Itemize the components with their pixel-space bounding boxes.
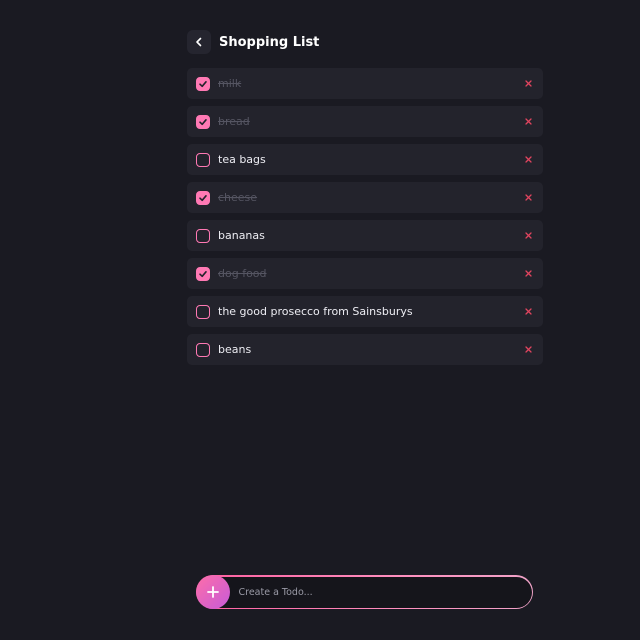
todo-label: cheese — [218, 191, 258, 204]
checkbox-checked[interactable] — [196, 190, 210, 205]
check-icon — [199, 118, 207, 125]
todo-item: bread — [187, 106, 543, 137]
checkbox-unchecked[interactable] — [196, 152, 210, 167]
delete-todo-button[interactable] — [523, 231, 533, 241]
todo-list: milk bread tea bags cheese bananas dog food th… — [187, 68, 543, 372]
delete-todo-button[interactable] — [523, 193, 533, 203]
todo-item: cheese — [187, 182, 543, 213]
delete-todo-button[interactable] — [523, 117, 533, 127]
create-todo-input[interactable] — [236, 579, 521, 605]
todo-item: dog food — [187, 258, 543, 289]
close-icon — [524, 308, 532, 315]
checkbox-checked[interactable] — [196, 76, 210, 91]
close-icon — [524, 156, 532, 163]
create-todo-inner — [196, 575, 532, 609]
todo-label: dog food — [218, 267, 267, 280]
delete-todo-button[interactable] — [523, 269, 533, 279]
checkbox-checked[interactable] — [196, 114, 210, 129]
create-todo-bar — [196, 575, 533, 609]
close-icon — [524, 194, 532, 201]
checkbox-unchecked[interactable] — [196, 342, 210, 357]
check-icon — [199, 194, 207, 201]
close-icon — [524, 80, 532, 87]
todo-label: the good prosecco from Sainsburys — [218, 305, 413, 318]
todo-item: bananas — [187, 220, 543, 251]
checkbox-checked[interactable] — [196, 266, 210, 281]
todo-label: bread — [218, 115, 250, 128]
todo-label: bananas — [218, 229, 265, 242]
todo-label: milk — [218, 77, 242, 90]
app-root: Shopping List milk bread tea bags cheese ban… — [0, 0, 640, 640]
page-title: Shopping List — [219, 34, 320, 50]
delete-todo-button[interactable] — [523, 79, 533, 89]
plus-icon — [207, 586, 219, 598]
checkbox-unchecked[interactable] — [196, 304, 210, 319]
close-icon — [524, 118, 532, 125]
todo-item: the good prosecco from Sainsburys — [187, 296, 543, 327]
add-todo-button[interactable] — [196, 575, 230, 609]
delete-todo-button[interactable] — [523, 307, 533, 317]
checkbox-unchecked[interactable] — [196, 228, 210, 243]
close-icon — [524, 232, 532, 239]
delete-todo-button[interactable] — [523, 345, 533, 355]
todo-item: beans — [187, 334, 543, 365]
todo-item: tea bags — [187, 144, 543, 175]
todo-label: beans — [218, 343, 252, 356]
close-icon — [524, 346, 532, 353]
header: Shopping List — [187, 29, 319, 55]
close-icon — [524, 270, 532, 277]
back-button[interactable] — [187, 30, 211, 54]
chevron-left-icon — [196, 37, 202, 47]
todo-label: tea bags — [218, 153, 266, 166]
check-icon — [199, 80, 207, 87]
todo-item: milk — [187, 68, 543, 99]
check-icon — [199, 270, 207, 277]
delete-todo-button[interactable] — [523, 155, 533, 165]
